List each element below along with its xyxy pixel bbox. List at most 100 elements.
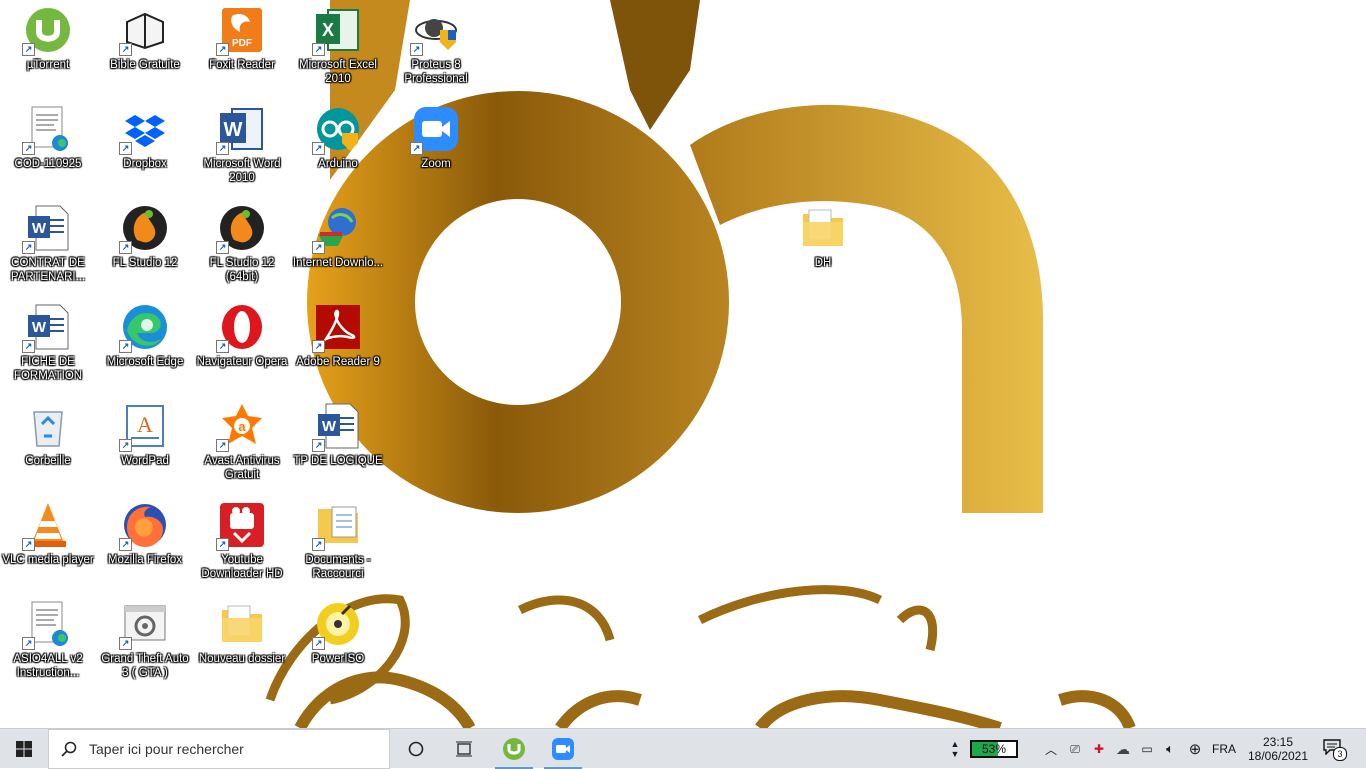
desktop-icon-label: Corbeille	[25, 455, 71, 467]
desktop-icon[interactable]: ↗ Arduino	[290, 99, 386, 195]
desktop-icon-label: FICHE DE FORMATION	[13, 356, 83, 382]
desktop-icon[interactable]: ↗ Proteus 8 Professional	[388, 0, 484, 96]
desktop-icon[interactable]: ↗ PowerISO	[290, 594, 386, 690]
bible-icon: ↗	[119, 6, 169, 56]
start-button[interactable]	[0, 729, 48, 769]
battery-widget[interactable]: 53%	[966, 729, 1022, 769]
folder-icon	[799, 204, 847, 252]
desktop-icon[interactable]: W ↗ CONTRAT DE PARTENARI...	[0, 198, 96, 294]
tray-notification-app[interactable]: ✚	[1088, 729, 1110, 769]
desktop-icon-label: Navigateur Opera	[196, 356, 288, 368]
show-hidden-icons-button[interactable]: ︿	[1040, 729, 1062, 769]
shortcut-arrow-icon: ↗	[216, 538, 229, 551]
document-edge-icon: ↗	[22, 105, 72, 155]
globe-icon: ⊕	[1188, 741, 1202, 758]
desktop-icon[interactable]: X ↗ Microsoft Excel 2010	[290, 0, 386, 96]
desktop-icon-label: COD-110925	[14, 158, 82, 170]
shortcut-arrow-icon: ↗	[22, 538, 35, 551]
arduino-icon: ↗	[312, 105, 362, 155]
tray-meet-now[interactable]: ⎚	[1064, 729, 1086, 769]
recycle-bin-icon	[24, 402, 72, 450]
word-doc-icon: W ↗	[22, 204, 72, 254]
taskbar-app-zoom[interactable]	[540, 729, 586, 769]
language-indicator[interactable]: FRA	[1208, 729, 1240, 769]
desktop-icon[interactable]: ↗ Documents - Raccourci	[290, 495, 386, 591]
avast-icon: a ↗	[216, 402, 266, 452]
clock[interactable]: 23:15 18/06/2021	[1244, 729, 1312, 769]
desktop-icon[interactable]: ↗ Microsoft Edge	[97, 297, 193, 393]
word-icon: W ↗	[216, 105, 266, 155]
desktop-icon[interactable]: W ↗ Microsoft Word 2010	[194, 99, 290, 195]
desktop-icon[interactable]: ↗ Youtube Downloader HD	[194, 495, 290, 591]
tray-onedrive[interactable]: ☁	[1111, 729, 1135, 769]
desktop-icon[interactable]: PDF ↗ Foxit Reader	[194, 0, 290, 96]
desktop-icon[interactable]: a ↗ Avast Antivirus Gratuit	[194, 396, 290, 492]
poweriso-icon: ↗	[312, 600, 362, 650]
word-doc-icon: W ↗	[22, 303, 72, 353]
desktop-icon-label: Mozilla Firefox	[107, 554, 183, 566]
chevron-up-icon: ︿	[1044, 742, 1057, 757]
shortcut-arrow-icon: ↗	[410, 142, 423, 155]
clock-date: 18/06/2021	[1247, 749, 1309, 763]
desktop-icon-label: Proteus 8 Professional	[404, 59, 468, 85]
desktop-icon[interactable]: ↗ Bible Gratuite	[97, 0, 193, 96]
desktop-icon-label: DH	[814, 257, 832, 269]
search-box[interactable]: Taper ici pour rechercher	[48, 729, 390, 769]
desktop-icon-label: Dropbox	[123, 158, 167, 170]
shortcut-arrow-icon: ↗	[119, 241, 132, 254]
desktop-icon[interactable]: W ↗ FICHE DE FORMATION	[0, 297, 96, 393]
foxit-icon: PDF ↗	[216, 6, 266, 56]
taskbar-app-utorrent[interactable]	[491, 729, 537, 769]
desktop-icon-label: Microsoft Excel 2010	[299, 59, 377, 85]
shortcut-arrow-icon: ↗	[119, 340, 132, 353]
shortcut-arrow-icon: ↗	[22, 43, 35, 56]
desktop-icon[interactable]: ↗ COD-110925	[0, 99, 96, 195]
search-icon	[61, 741, 77, 757]
desktop-icon[interactable]: Nouveau dossier	[194, 594, 290, 690]
desktop-icon[interactable]: ↗ Internet Downlo...	[290, 198, 386, 294]
search-placeholder: Taper ici pour rechercher	[89, 741, 244, 757]
shortcut-arrow-icon: ↗	[119, 142, 132, 155]
desktop-icon[interactable]: ↗ FL Studio 12 (64bit)	[194, 198, 290, 294]
action-center-button[interactable]: 3	[1314, 729, 1354, 769]
desktop-icon[interactable]: ↗ Mozilla Firefox	[97, 495, 193, 591]
tray-volume[interactable]: 🔈︎	[1159, 729, 1181, 769]
notification-count-badge: 3	[1333, 747, 1347, 761]
webcam-icon: ⎚	[1070, 741, 1080, 756]
desktop-icon-label: Documents - Raccourci	[305, 554, 371, 580]
shortcut-arrow-icon: ↗	[216, 241, 229, 254]
shortcut-arrow-icon: ↗	[312, 538, 325, 551]
desktop-icon[interactable]: A ↗ WordPad	[97, 396, 193, 492]
shortcut-arrow-icon: ↗	[410, 43, 423, 56]
task-view-button[interactable]	[441, 729, 487, 769]
desktop-icon[interactable]: ↗ ASIO4ALL v2 Instruction...	[0, 594, 96, 690]
taskbar-scroll[interactable]: ▲ ▼	[948, 729, 962, 769]
tray-network[interactable]: ⊕	[1183, 729, 1207, 769]
desktop-icon[interactable]: DH	[775, 198, 871, 294]
desktop-icon[interactable]: W ↗ TP DE LOGIQUE	[290, 396, 386, 492]
clock-time: 23:15	[1262, 735, 1294, 749]
desktop-icon-label: Nouveau dossier	[198, 653, 286, 665]
gta-icon: ↗	[119, 600, 169, 650]
documents-folder-icon: ↗	[312, 501, 362, 551]
svg-text:X: X	[322, 20, 334, 40]
desktop-icon[interactable]: ↗ Dropbox	[97, 99, 193, 195]
desktop-icon[interactable]: ↗ µTorrent	[0, 0, 96, 96]
shortcut-arrow-icon: ↗	[216, 142, 229, 155]
desktop-icon-label: Internet Downlo...	[292, 257, 384, 269]
zoom-icon: ↗	[410, 105, 460, 155]
desktop-icon-label: FL Studio 12	[112, 257, 178, 269]
desktop-icon[interactable]: ↗ Navigateur Opera	[194, 297, 290, 393]
desktop-icon[interactable]: Corbeille	[0, 396, 96, 492]
desktop-icon[interactable]: ↗ Zoom	[388, 99, 484, 195]
desktop-icon[interactable]: ↗ Grand Theft Auto 3 ( GTA )	[97, 594, 193, 690]
svg-text:PDF: PDF	[232, 38, 252, 49]
shortcut-arrow-icon: ↗	[216, 43, 229, 56]
shortcut-arrow-icon: ↗	[22, 637, 35, 650]
fl-studio-icon: ↗	[216, 204, 266, 254]
tray-battery[interactable]: ▭	[1136, 729, 1158, 769]
desktop-icon[interactable]: ↗ FL Studio 12	[97, 198, 193, 294]
desktop-icon[interactable]: ↗ Adobe Reader 9	[290, 297, 386, 393]
desktop-icon[interactable]: ↗ VLC media player	[0, 495, 96, 591]
cortana-button[interactable]	[393, 729, 439, 769]
